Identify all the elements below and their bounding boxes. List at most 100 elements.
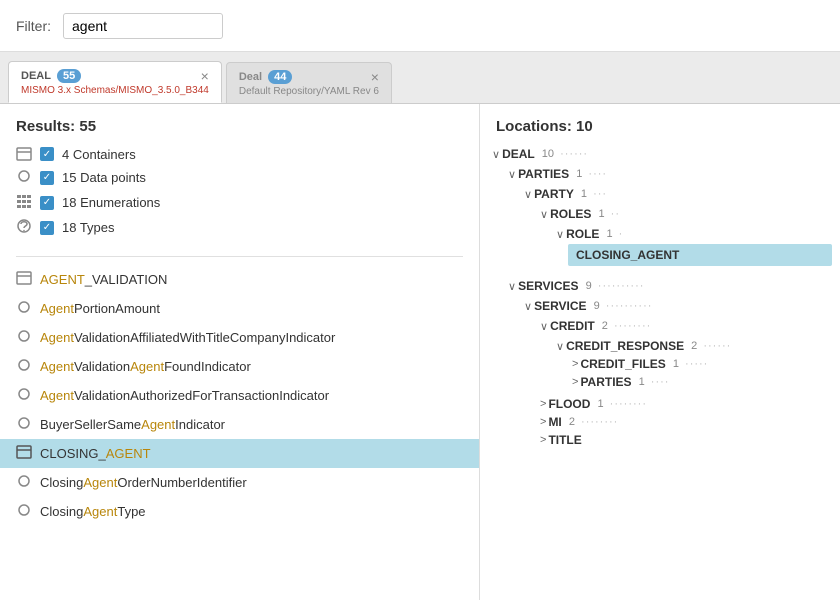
tree-row-credit[interactable]: ∨ CREDIT 2 ········ xyxy=(536,317,832,335)
result-text: AgentValidationAffiliatedWithTitleCompan… xyxy=(40,330,335,345)
dots-role: · xyxy=(615,228,624,240)
checkbox-datapoints[interactable] xyxy=(40,171,54,185)
tab-close-1[interactable]: × xyxy=(201,68,209,84)
tree-row-deal[interactable]: ∨ DEAL 10 ······ xyxy=(488,145,832,163)
dots-credit-files: ····· xyxy=(681,358,708,370)
dots-parties-1: ···· xyxy=(584,168,607,180)
tree-row-parties-2[interactable]: > PARTIES 1 ···· xyxy=(568,373,832,391)
label-roles: ROLES xyxy=(550,207,591,221)
result-agent-portion[interactable]: AgentPortionAmount xyxy=(0,294,479,323)
result-agent-validation-found[interactable]: AgentValidationAgentFoundIndicator xyxy=(0,352,479,381)
result-text: AGENT_VALIDATION xyxy=(40,272,167,287)
result-text: CLOSING_AGENT xyxy=(40,446,151,461)
toggle-title[interactable]: > xyxy=(540,434,546,446)
summary-types: 18 Types xyxy=(16,215,463,240)
tree-row-party[interactable]: ∨ PARTY 1 ··· xyxy=(520,185,832,203)
toggle-party[interactable]: ∨ xyxy=(524,188,532,201)
toggle-role[interactable]: ∨ xyxy=(556,228,564,241)
container-icon-item-selected xyxy=(16,444,32,463)
label-party: PARTY xyxy=(534,187,574,201)
tree-row-credit-files[interactable]: > CREDIT_FILES 1 ····· xyxy=(568,355,832,373)
label-flood: FLOOD xyxy=(548,397,590,411)
enum-icon xyxy=(16,193,32,212)
tree-node-service: ∨ SERVICE 9 ·········· ∨ xyxy=(520,295,832,451)
toggle-mi[interactable]: > xyxy=(540,416,546,428)
toggle-parties-2[interactable]: > xyxy=(572,376,578,388)
summary-containers: 4 Containers xyxy=(16,143,463,165)
tree-row-roles[interactable]: ∨ ROLES 1 ·· xyxy=(536,205,832,223)
toggle-credit-response[interactable]: ∨ xyxy=(556,340,564,353)
toggle-roles[interactable]: ∨ xyxy=(540,208,548,221)
enums-count: 18 Enumerations xyxy=(62,195,160,210)
result-agent-validation-authorized[interactable]: AgentValidationAuthorizedForTransactionI… xyxy=(0,381,479,410)
tree-row-mi[interactable]: > MI 2 ········ xyxy=(536,413,832,431)
result-buyer-seller-same-agent[interactable]: BuyerSellerSameAgentIndicator xyxy=(0,410,479,439)
tree-row-title[interactable]: > TITLE xyxy=(536,431,832,449)
label-services: SERVICES xyxy=(518,279,578,293)
tree-row-flood[interactable]: > FLOOD 1 ········ xyxy=(536,395,832,413)
count-credit: 2 xyxy=(599,320,608,332)
toggle-credit-files[interactable]: > xyxy=(572,358,578,370)
tree-row-parties-1[interactable]: ∨ PARTIES 1 ···· xyxy=(504,165,832,183)
label-parties-1: PARTIES xyxy=(518,167,569,181)
tree-row-credit-response[interactable]: ∨ CREDIT_RESPONSE 2 ······ xyxy=(552,337,832,355)
tree-row-service[interactable]: ∨ SERVICE 9 ·········· xyxy=(520,297,832,315)
tree-node-role: ∨ ROLE 1 · xyxy=(552,223,832,269)
children-roles: ∨ ROLE 1 · xyxy=(552,223,832,269)
main-content: Results: 55 4 Containers xyxy=(0,104,840,600)
dots-service: ·········· xyxy=(602,300,653,312)
results-list: AGENT_VALIDATION AgentPortionAmount Agen… xyxy=(0,265,479,600)
dots-services: ·········· xyxy=(594,280,645,292)
filter-bar: Filter: xyxy=(0,0,840,52)
label-parties-2: PARTIES xyxy=(580,375,631,389)
filter-input[interactable] xyxy=(63,13,223,39)
containers-count: 4 Containers xyxy=(62,147,136,162)
container-icon-item xyxy=(16,270,32,289)
checkbox-types[interactable] xyxy=(40,221,54,235)
count-mi: 2 xyxy=(566,416,575,428)
checkbox-enums[interactable] xyxy=(40,196,54,210)
toggle-services[interactable]: ∨ xyxy=(508,280,516,293)
tab-close-2[interactable]: × xyxy=(371,69,379,85)
tree-row-role[interactable]: ∨ ROLE 1 · xyxy=(552,225,832,243)
results-header: Results: 55 xyxy=(0,104,479,143)
result-closing-agent-type[interactable]: ClosingAgentType xyxy=(0,497,479,526)
checkbox-containers[interactable] xyxy=(40,147,54,161)
types-count: 18 Types xyxy=(62,220,115,235)
summary-datapoints: 15 Data points xyxy=(16,165,463,190)
children-services: ∨ SERVICE 9 ·········· ∨ xyxy=(520,295,832,451)
toggle-deal[interactable]: ∨ xyxy=(492,148,500,161)
result-agent-validation[interactable]: AGENT_VALIDATION xyxy=(0,265,479,294)
dots-parties-2: ···· xyxy=(647,376,670,388)
summary-divider xyxy=(16,256,463,257)
count-flood: 1 xyxy=(594,398,603,410)
tab-badge-2: 44 xyxy=(268,70,292,84)
label-deal: DEAL xyxy=(502,147,535,161)
label-service: SERVICE xyxy=(534,299,586,313)
tree-row-closing-agent[interactable]: CLOSING_AGENT xyxy=(568,244,832,266)
toggle-service[interactable]: ∨ xyxy=(524,300,532,313)
datapoint-icon-item xyxy=(16,415,32,434)
tab-badge-1: 55 xyxy=(57,69,81,83)
toggle-flood[interactable]: > xyxy=(540,398,546,410)
tab-deal-2[interactable]: Deal 44 × Default Repository/YAML Rev 6 xyxy=(226,62,392,103)
label-role: ROLE xyxy=(566,227,599,241)
left-panel: Results: 55 4 Containers xyxy=(0,104,480,600)
toggle-credit[interactable]: ∨ xyxy=(540,320,548,333)
result-text: AgentValidationAgentFoundIndicator xyxy=(40,359,251,374)
result-agent-validation-affiliated[interactable]: AgentValidationAffiliatedWithTitleCompan… xyxy=(0,323,479,352)
summary-list: 4 Containers 15 Data points xyxy=(0,143,479,248)
result-closing-agent[interactable]: CLOSING_AGENT xyxy=(0,439,479,468)
tab-deal-1[interactable]: DEAL 55 × MISMO 3.x Schemas/MISMO_3.5.0_… xyxy=(8,61,222,103)
count-services: 9 xyxy=(583,280,592,292)
tree-node-roles: ∨ ROLES 1 ·· xyxy=(536,203,832,271)
count-parties-1: 1 xyxy=(573,168,582,180)
toggle-parties-1[interactable]: ∨ xyxy=(508,168,516,181)
result-closing-agent-order[interactable]: ClosingAgentOrderNumberIdentifier xyxy=(0,468,479,497)
tree-node-deal: ∨ DEAL 10 ······ ∨ PARTIES 1 ···· xyxy=(488,143,832,455)
tree-row-services[interactable]: ∨ SERVICES 9 ·········· xyxy=(504,277,832,295)
dots-credit: ········ xyxy=(610,320,651,332)
container-icon xyxy=(16,146,32,162)
summary-enums: 18 Enumerations xyxy=(16,190,463,215)
datapoint-icon-item xyxy=(16,357,32,376)
